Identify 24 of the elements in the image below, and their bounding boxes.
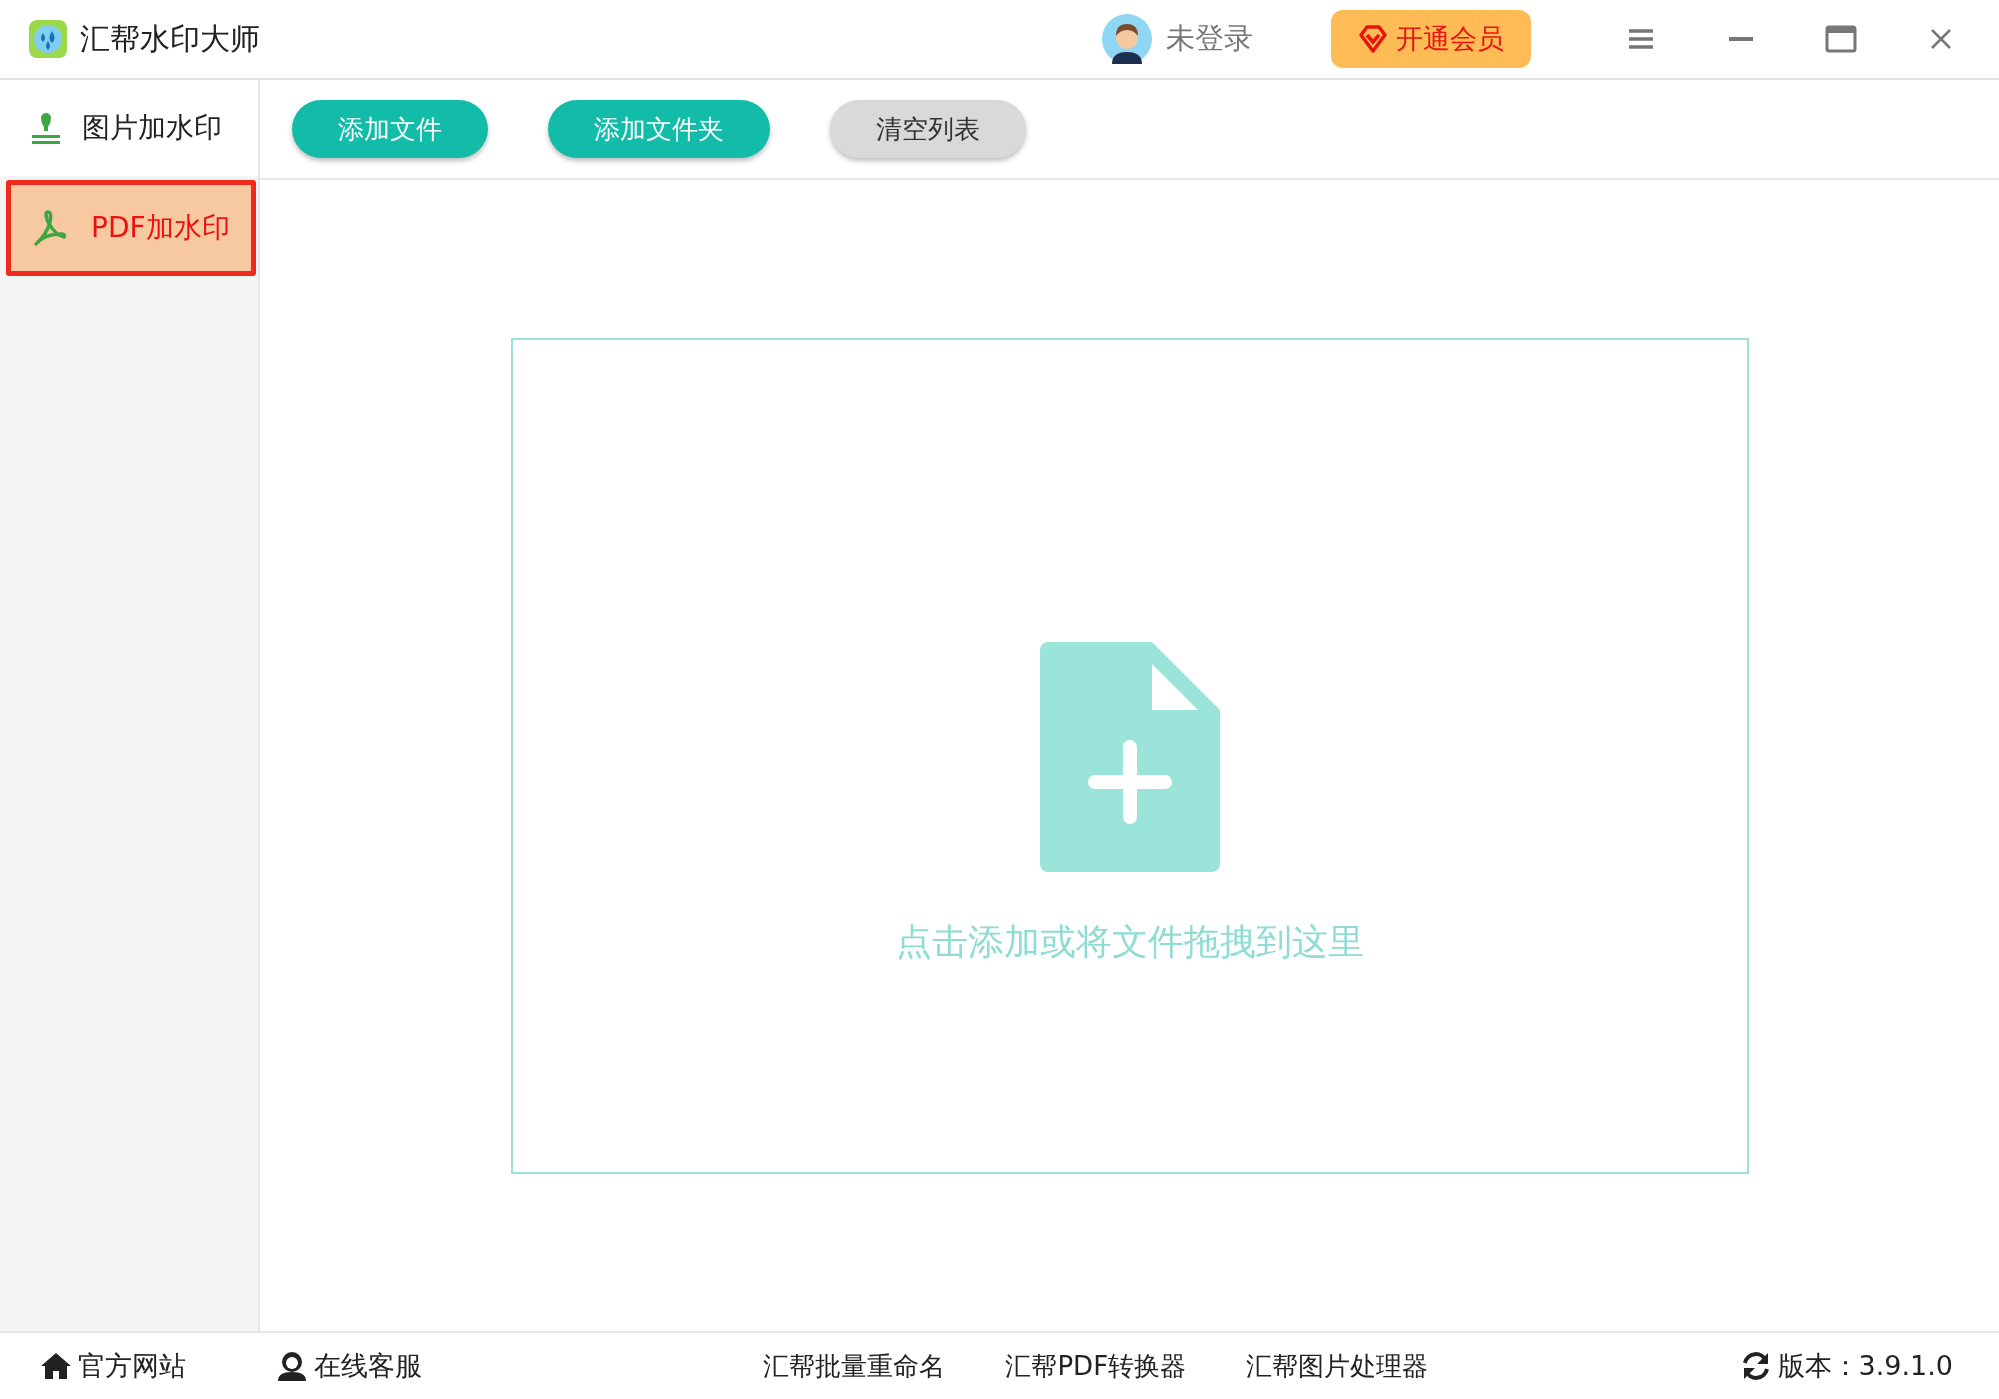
drop-hint: 点击添加或将文件拖拽到这里 — [895, 920, 1364, 964]
stamp-icon — [30, 111, 62, 145]
footer-link-label[interactable]: 在线客服 — [314, 1348, 422, 1384]
version-label: 版本：3.9.1.0 — [1777, 1349, 1953, 1383]
home-icon — [40, 1351, 72, 1381]
support-agent-icon — [276, 1351, 308, 1381]
footer-link-label[interactable]: 官方网站 — [78, 1348, 186, 1384]
product-link[interactable]: 汇帮图片处理器 — [1246, 1348, 1429, 1384]
product-link[interactable]: 汇帮批量重命名 — [763, 1348, 946, 1384]
diamond-heart-icon — [1358, 24, 1388, 54]
maximize-icon — [1825, 25, 1857, 53]
login-status-link[interactable]: 未登录 — [1166, 19, 1253, 59]
sidebar-item[interactable]: 图片加水印 — [0, 80, 258, 176]
app-logo-icon — [28, 19, 68, 59]
window-title: 汇帮水印大师 — [80, 19, 260, 58]
clear-list-button[interactable]: 清空列表 — [830, 100, 1026, 158]
add-file-icon — [1039, 642, 1220, 872]
avatar-icon[interactable] — [1102, 14, 1152, 64]
footer-link[interactable]: 在线客服 — [276, 1348, 422, 1384]
close-icon — [1930, 28, 1952, 50]
product-link[interactable]: 汇帮PDF转换器 — [1005, 1348, 1187, 1384]
menu-icon — [1628, 28, 1654, 50]
footer-link[interactable]: 官方网站 — [40, 1348, 186, 1384]
minimize-icon — [1728, 36, 1754, 42]
